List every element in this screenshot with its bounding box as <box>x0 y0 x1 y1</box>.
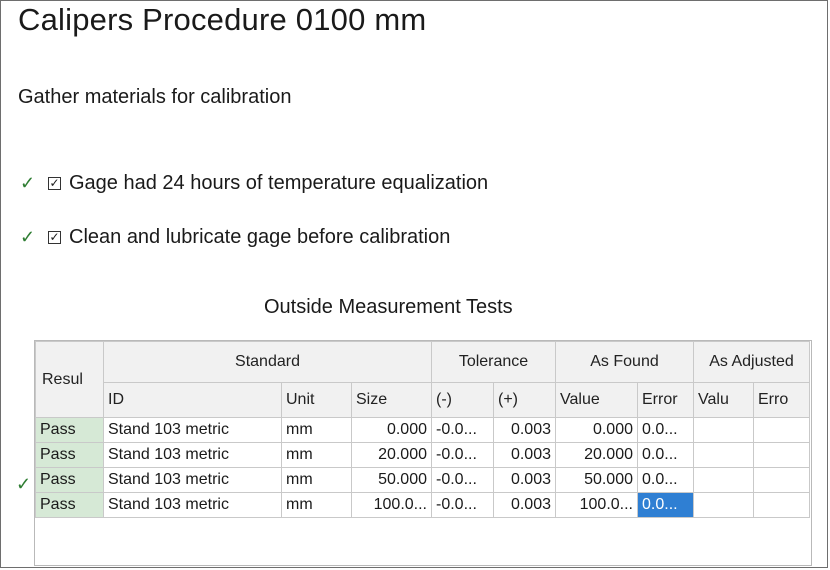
id-cell[interactable]: Stand 103 metric <box>103 417 282 443</box>
result-cell[interactable]: Pass <box>35 442 104 468</box>
column-header-found-value[interactable]: Value <box>555 382 638 418</box>
row-check-mark-icon: ✓ <box>16 474 32 494</box>
column-header-size[interactable]: Size <box>351 382 432 418</box>
checkbox-temperature[interactable]: ✓ <box>48 176 61 190</box>
adj-error-cell[interactable] <box>753 492 810 518</box>
adj-value-cell[interactable] <box>693 467 754 493</box>
tol-minus-cell[interactable]: -0.0... <box>431 417 494 443</box>
column-header-tol-minus[interactable]: (-) <box>431 382 494 418</box>
found-error-cell[interactable]: 0.0... <box>637 442 694 468</box>
table-row[interactable]: Pass Stand 103 metric mm 50.000 -0.0... … <box>35 467 810 493</box>
tol-minus-cell[interactable]: -0.0... <box>431 467 494 493</box>
group-header-standard[interactable]: Standard <box>103 341 432 383</box>
check-mark-icon: ✓ <box>20 226 36 247</box>
check-mark-icon: ✓ <box>20 172 36 193</box>
tol-plus-cell[interactable]: 0.003 <box>493 492 556 518</box>
adj-error-cell[interactable] <box>753 417 810 443</box>
adj-error-cell[interactable] <box>753 467 810 493</box>
checkbox-lubricate[interactable]: ✓ <box>48 230 61 244</box>
column-header-unit[interactable]: Unit <box>281 382 352 418</box>
column-header-adj-value[interactable]: Valu <box>693 382 754 418</box>
adj-value-cell[interactable] <box>693 417 754 443</box>
table-row[interactable]: Pass Stand 103 metric mm 100.0... -0.0..… <box>35 492 810 518</box>
adj-value-cell[interactable] <box>693 442 754 468</box>
found-value-cell[interactable]: 20.000 <box>555 442 638 468</box>
measurement-table: Resul Standard Tolerance As Found As Adj… <box>35 341 810 518</box>
column-header-adj-error[interactable]: Erro <box>753 382 810 418</box>
size-cell[interactable]: 100.0... <box>351 492 432 518</box>
tol-plus-cell[interactable]: 0.003 <box>493 417 556 443</box>
column-header-id[interactable]: ID <box>103 382 282 418</box>
gather-materials-label: Gather materials for calibration <box>18 86 292 108</box>
size-cell[interactable]: 20.000 <box>351 442 432 468</box>
tol-plus-cell[interactable]: 0.003 <box>493 442 556 468</box>
unit-cell[interactable]: mm <box>281 417 352 443</box>
id-cell[interactable]: Stand 103 metric <box>103 442 282 468</box>
tol-plus-cell[interactable]: 0.003 <box>493 467 556 493</box>
column-header-tol-plus[interactable]: (+) <box>493 382 556 418</box>
unit-cell[interactable]: mm <box>281 492 352 518</box>
unit-cell[interactable]: mm <box>281 442 352 468</box>
id-cell[interactable]: Stand 103 metric <box>103 492 282 518</box>
result-cell[interactable]: Pass <box>35 492 104 518</box>
adj-value-cell[interactable] <box>693 492 754 518</box>
checklist-label-temperature: Gage had 24 hours of temperature equaliz… <box>69 171 489 194</box>
unit-cell[interactable]: mm <box>281 467 352 493</box>
size-cell[interactable]: 0.000 <box>351 417 432 443</box>
id-cell[interactable]: Stand 103 metric <box>103 467 282 493</box>
checklist-item-lubricate[interactable]: ✓ ✓ Clean and lubricate gage before cali… <box>20 224 450 250</box>
page-title: Calipers Procedure 0100 mm <box>18 2 427 37</box>
checklist-label-lubricate: Clean and lubricate gage before calibrat… <box>69 225 451 248</box>
found-value-cell[interactable]: 0.000 <box>555 417 638 443</box>
table-row[interactable]: Pass Stand 103 metric mm 20.000 -0.0... … <box>35 442 810 468</box>
table-row[interactable]: Pass Stand 103 metric mm 0.000 -0.0... 0… <box>35 417 810 443</box>
tol-minus-cell[interactable]: -0.0... <box>431 492 494 518</box>
group-header-as-adjusted[interactable]: As Adjusted <box>693 341 810 383</box>
result-cell[interactable]: Pass <box>35 467 104 493</box>
checklist-item-temperature[interactable]: ✓ ✓ Gage had 24 hours of temperature equ… <box>20 170 488 196</box>
size-cell[interactable]: 50.000 <box>351 467 432 493</box>
group-header-as-found[interactable]: As Found <box>555 341 694 383</box>
measurement-grid: Resul Standard Tolerance As Found As Adj… <box>34 340 812 566</box>
found-error-cell[interactable]: 0.0... <box>637 467 694 493</box>
found-error-cell-selected[interactable]: 0.0... <box>637 492 694 518</box>
group-header-tolerance[interactable]: Tolerance <box>431 341 556 383</box>
found-error-cell[interactable]: 0.0... <box>637 417 694 443</box>
adj-error-cell[interactable] <box>753 442 810 468</box>
section-title: Outside Measurement Tests <box>264 296 513 318</box>
found-value-cell[interactable]: 100.0... <box>555 492 638 518</box>
tol-minus-cell[interactable]: -0.0... <box>431 442 494 468</box>
column-header-found-error[interactable]: Error <box>637 382 694 418</box>
found-value-cell[interactable]: 50.000 <box>555 467 638 493</box>
column-header-result[interactable]: Resul <box>35 341 104 418</box>
result-cell[interactable]: Pass <box>35 417 104 443</box>
